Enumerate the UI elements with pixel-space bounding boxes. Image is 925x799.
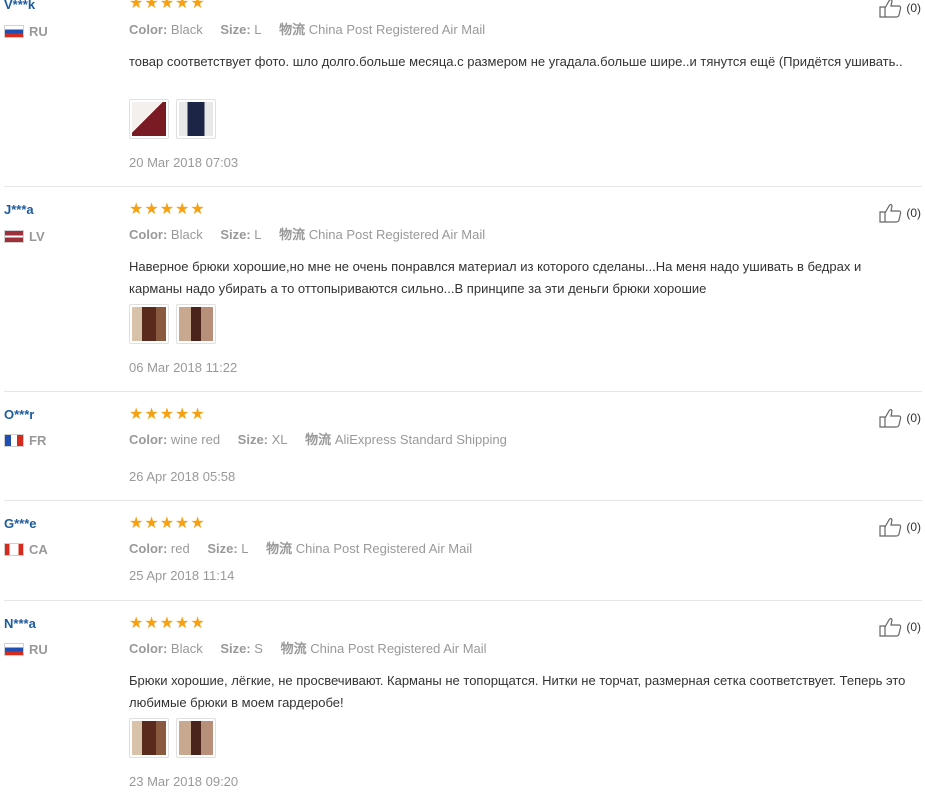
reviewer-country: CA	[4, 541, 48, 557]
review-photo-thumbnail[interactable]	[176, 99, 216, 139]
helpful-count: (0)	[906, 520, 921, 534]
star-rating: ★★★★★	[129, 615, 206, 632]
review-photo-thumbnail[interactable]	[129, 304, 169, 344]
review-date: 06 Mar 2018 11:22	[129, 360, 238, 375]
review-photo	[179, 307, 213, 341]
helpful-button[interactable]: (0)	[879, 617, 921, 637]
color-value: Black	[170, 227, 203, 242]
order-info: Color: Black Size: L 物流 China Post Regis…	[129, 224, 485, 243]
star-rating: ★★★★★	[129, 406, 206, 423]
russia-flag-icon	[4, 642, 24, 656]
country-code: FR	[29, 432, 47, 448]
shipping-value: AliExpress Standard Shipping	[334, 432, 507, 447]
color-value: wine red	[170, 432, 221, 447]
canada-flag-icon	[4, 542, 24, 556]
helpful-button[interactable]: (0)	[879, 408, 921, 428]
shipping-label: 物流	[280, 641, 307, 656]
helpful-count: (0)	[906, 620, 921, 634]
size-label: Size:	[207, 541, 238, 556]
size-value: L	[254, 22, 262, 37]
size-label: Size:	[220, 641, 251, 656]
thumbs-up-icon	[879, 408, 902, 428]
review-photo	[132, 307, 166, 341]
review-photo-thumbnail[interactable]	[129, 99, 169, 139]
reviewer-name[interactable]: G***e	[4, 516, 37, 531]
color-value: red	[170, 541, 190, 556]
reviewer-name[interactable]: O***r	[4, 407, 34, 422]
star-rating: ★★★★★	[129, 201, 206, 218]
thumbs-up-icon	[879, 203, 902, 223]
order-info: Color: Black Size: L 物流 China Post Regis…	[129, 19, 485, 38]
latvia-flag-icon	[4, 229, 24, 243]
review-date: 26 Apr 2018 05:58	[129, 469, 236, 484]
reviewer-country: FR	[4, 432, 46, 448]
reviewer-country: RU	[4, 641, 48, 657]
color-label: Color:	[129, 541, 168, 556]
thumbs-up-icon	[879, 617, 902, 637]
size-value: L	[254, 227, 262, 242]
review-date: 23 Mar 2018 09:20	[129, 774, 239, 789]
color-label: Color:	[129, 641, 168, 656]
review-photo	[132, 721, 166, 755]
shipping-label: 物流	[279, 227, 306, 242]
review-text: Наверное брюки хорошие,но мне не очень п…	[129, 259, 862, 296]
reviewer-country: LV	[4, 228, 45, 244]
review-photo	[132, 102, 166, 136]
color-label: Color:	[129, 22, 168, 37]
review-text: Брюки хорошие, лёгкие, не просвечивают. …	[129, 673, 906, 710]
size-value: XL	[271, 432, 288, 447]
shipping-label: 物流	[305, 432, 332, 447]
size-value: L	[241, 541, 249, 556]
helpful-button[interactable]: (0)	[879, 0, 921, 18]
thumbs-up-icon	[879, 0, 902, 18]
divider	[4, 391, 922, 392]
country-code: LV	[29, 228, 45, 244]
review-photo	[179, 102, 213, 136]
size-label: Size:	[220, 227, 251, 242]
helpful-button[interactable]: (0)	[879, 517, 921, 537]
review-date: 20 Mar 2018 07:03	[129, 155, 239, 170]
review-text: товар соответствует фото. шло долго.боль…	[129, 54, 903, 69]
reviewer-country: RU	[4, 23, 48, 39]
shipping-label: 物流	[279, 22, 306, 37]
france-flag-icon	[4, 433, 24, 447]
country-code: RU	[29, 641, 48, 657]
divider	[4, 600, 922, 601]
helpful-button[interactable]: (0)	[879, 203, 921, 223]
color-label: Color:	[129, 432, 168, 447]
shipping-value: China Post Registered Air Mail	[308, 227, 486, 242]
shipping-value: China Post Registered Air Mail	[310, 641, 487, 656]
order-info: Color: Black Size: S 物流 China Post Regis…	[129, 638, 487, 657]
reviewer-name[interactable]: N***a	[4, 616, 36, 631]
helpful-count: (0)	[906, 1, 921, 15]
reviewer-name[interactable]: V***k	[4, 0, 35, 12]
divider	[4, 500, 922, 501]
size-label: Size:	[237, 432, 269, 447]
star-rating: ★★★★★	[129, 0, 206, 12]
helpful-count: (0)	[906, 411, 921, 425]
star-rating: ★★★★★	[129, 515, 206, 532]
color-value: Black	[170, 22, 203, 37]
review-photo-thumbnail[interactable]	[176, 718, 216, 758]
review-photo-thumbnail[interactable]	[129, 718, 169, 758]
size-value: S	[254, 641, 263, 656]
thumbs-up-icon	[879, 517, 902, 537]
review-photo	[179, 721, 213, 755]
size-label: Size:	[220, 22, 251, 37]
review-photo-thumbnail[interactable]	[176, 304, 216, 344]
color-label: Color:	[129, 227, 168, 242]
shipping-label: 物流	[266, 541, 293, 556]
order-info: Color: red Size: L 物流 China Post Registe…	[129, 538, 472, 557]
order-info: Color: wine red Size: XL 物流 AliExpress S…	[129, 429, 507, 448]
color-value: Black	[170, 641, 203, 656]
helpful-count: (0)	[906, 206, 921, 220]
shipping-value: China Post Registered Air Mail	[308, 22, 486, 37]
reviewer-name[interactable]: J***a	[4, 202, 34, 217]
country-code: CA	[29, 541, 48, 557]
divider	[4, 186, 922, 187]
review-date: 25 Apr 2018 11:14	[129, 568, 235, 583]
country-code: RU	[29, 23, 48, 39]
shipping-value: China Post Registered Air Mail	[295, 541, 473, 556]
russia-flag-icon	[4, 24, 24, 38]
